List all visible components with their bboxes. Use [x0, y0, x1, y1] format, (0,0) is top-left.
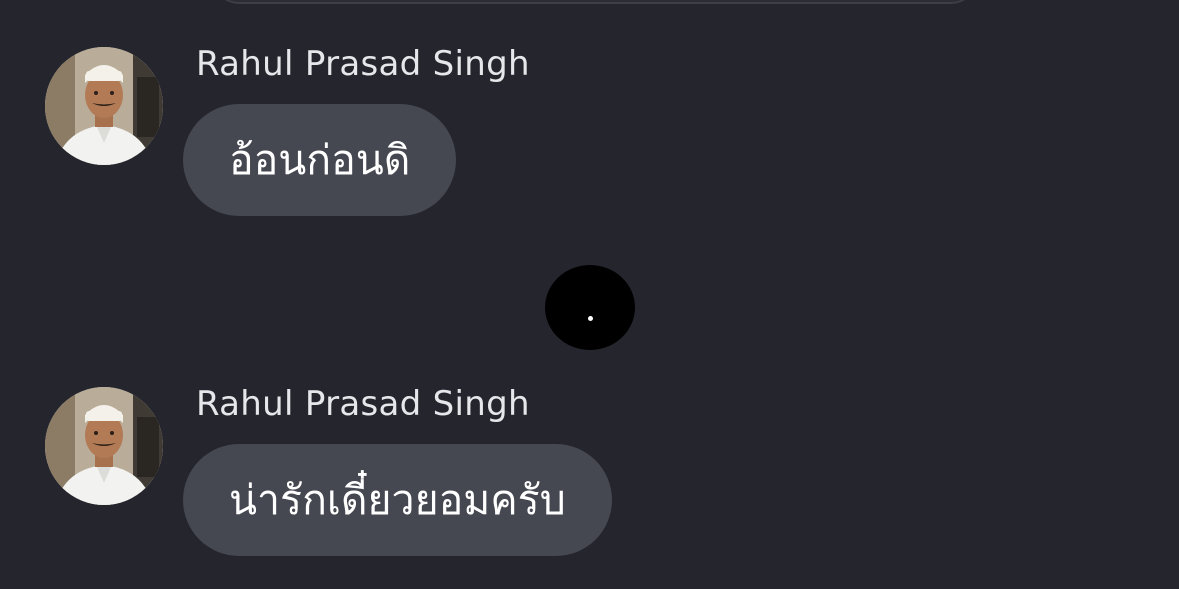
typing-dot-icon [588, 316, 593, 321]
previous-message-bubble[interactable] [210, 0, 980, 4]
message-bubble[interactable]: น่ารักเดี๋ยวยอมครับ [183, 444, 612, 556]
avatar-photo-icon [45, 47, 163, 165]
message-bubble[interactable]: อ้อนก่อนดิ [183, 104, 457, 216]
sender-avatar[interactable] [45, 47, 163, 165]
message-text: น่ารักเดี๋ยวยอมครับ [229, 475, 566, 524]
avatar-photo-icon [45, 387, 163, 505]
chat-thread: Rahul Prasad Singh อ้อนก่อนดิ Rahul Pras… [0, 0, 1179, 589]
sender-name: Rahul Prasad Singh [196, 44, 530, 84]
message-text: อ้อนก่อนดิ [229, 135, 411, 184]
typing-indicator [545, 265, 635, 350]
sender-avatar[interactable] [45, 387, 163, 505]
sender-name: Rahul Prasad Singh [196, 384, 530, 424]
